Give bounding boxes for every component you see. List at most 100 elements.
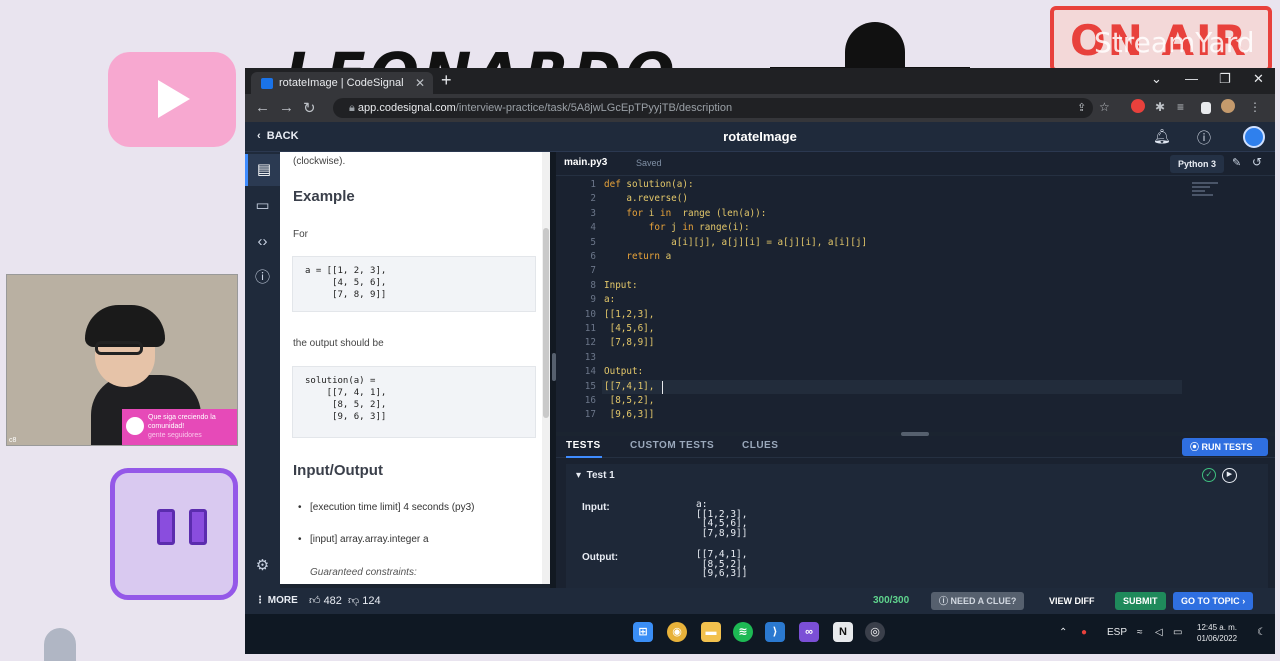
- url-field[interactable]: 🔒︎ app.codesignal.com/interview-practice…: [333, 98, 1093, 118]
- line-number: 12: [584, 337, 596, 349]
- code-line[interactable]: Output:: [604, 365, 643, 379]
- windows-start-icon[interactable]: ⊞: [633, 622, 653, 642]
- microphone-tray-icon[interactable]: ●: [1081, 627, 1087, 638]
- bookmark-star-icon[interactable]: ☆: [1099, 100, 1110, 114]
- code-line[interactable]: for i in range (len(a)):: [604, 207, 766, 221]
- page-title: rotateImage: [723, 129, 797, 144]
- language-select[interactable]: Python 3: [1170, 155, 1225, 173]
- test-passed-check-icon: ✓: [1202, 468, 1216, 482]
- volume-icon[interactable]: ◁: [1155, 627, 1163, 638]
- code-line[interactable]: [7,8,9]]: [604, 336, 655, 350]
- solutions-tab-icon[interactable]: ‹›: [245, 226, 280, 258]
- close-window-button[interactable]: ✕: [1253, 71, 1264, 87]
- url-host: app.codesignal.com: [357, 102, 456, 114]
- code-line[interactable]: a.reverse(): [604, 192, 688, 206]
- code-line[interactable]: return a: [604, 250, 671, 264]
- profile-icon[interactable]: [1221, 99, 1235, 113]
- go-to-topic-button[interactable]: GO TO TOPIC ›: [1173, 592, 1254, 610]
- help-icon[interactable]: ⓘ: [1197, 128, 1211, 148]
- code-minimap[interactable]: [1192, 182, 1218, 208]
- reading-list-icon[interactable]: ≡: [1177, 100, 1184, 114]
- avatar[interactable]: [1243, 126, 1265, 148]
- example-heading: Example: [293, 188, 355, 205]
- code-line[interactable]: [8,5,2],: [604, 394, 655, 408]
- streamyard-watermark: StreamYard: [1094, 26, 1255, 59]
- file-explorer-icon[interactable]: ▬: [701, 622, 721, 642]
- line-number: 6: [590, 251, 596, 262]
- history-icon[interactable]: ↺: [1252, 155, 1262, 169]
- tab-clues[interactable]: CLUES: [742, 440, 778, 451]
- tab-custom-tests[interactable]: CUSTOM TESTS: [630, 440, 714, 451]
- edit-pencil-icon[interactable]: ✎: [1232, 156, 1241, 169]
- run-single-test-icon[interactable]: ▶: [1222, 468, 1237, 483]
- view-diff-button[interactable]: VIEW DIFF: [1041, 592, 1103, 610]
- vscode-icon[interactable]: ⟩: [765, 622, 785, 642]
- dislike-icon[interactable]: 👎︎: [348, 595, 359, 607]
- description-tab-icon[interactable]: ▤: [245, 154, 280, 186]
- file-tab[interactable]: main.py3: [564, 157, 607, 168]
- extension-icon[interactable]: [1131, 99, 1145, 113]
- share-icon[interactable]: ⇪: [1077, 101, 1086, 114]
- code-line[interactable]: [4,5,6],: [604, 322, 655, 336]
- reload-icon[interactable]: ↻: [303, 99, 316, 117]
- chrome-icon[interactable]: ◉: [667, 622, 687, 642]
- minimize-button[interactable]: —: [1185, 71, 1198, 86]
- close-tab-icon[interactable]: ✕: [415, 72, 425, 94]
- input-type-bullet: [input] array.array.integer a: [298, 534, 429, 545]
- menu-dots-icon[interactable]: ⋮: [1249, 100, 1261, 114]
- system-clock[interactable]: 12:45 a. m. 01/06/2022: [1197, 622, 1237, 644]
- line-number: 4: [590, 222, 596, 234]
- browser-tab[interactable]: rotateImage | CodeSignal ✕: [251, 72, 433, 94]
- tab-title: rotateImage | CodeSignal: [279, 77, 404, 89]
- current-line-highlight: [602, 379, 1182, 394]
- tests-panel: TESTS CUSTOM TESTS CLUES ⦿ RUN TESTS ▾ T…: [556, 436, 1275, 598]
- settings-gear-icon[interactable]: ⚙: [245, 550, 280, 582]
- sidepanel-icon[interactable]: [1201, 102, 1211, 114]
- obs-icon[interactable]: ◎: [865, 622, 885, 642]
- code-line[interactable]: [[7,4,1],: [604, 380, 654, 394]
- forward-arrow-icon[interactable]: →: [279, 99, 294, 116]
- code-line[interactable]: [9,6,3]]: [604, 408, 655, 422]
- on-air-sign: ON AIR StreamYard: [1050, 6, 1272, 72]
- maximize-button[interactable]: ❐: [1219, 71, 1231, 87]
- output-intro: the output should be: [293, 338, 384, 349]
- new-tab-button[interactable]: +: [441, 70, 452, 91]
- code-line[interactable]: a[i][j], a[j][i] = a[j][i], a[i][j]: [604, 236, 867, 250]
- saved-status: Saved: [636, 158, 662, 168]
- notification-bell-icon[interactable]: 🔔︎: [1153, 128, 1171, 145]
- notion-icon[interactable]: N: [833, 622, 853, 642]
- score-display: 300/300: [873, 595, 910, 606]
- test-title[interactable]: ▾ Test 1: [576, 470, 615, 481]
- battery-icon[interactable]: ▭: [1173, 627, 1182, 638]
- like-count[interactable]: 👍︎ 482 👎︎ 124: [309, 594, 381, 607]
- tab-search-icon[interactable]: ⌄: [1151, 71, 1162, 87]
- language-indicator[interactable]: ESP: [1107, 627, 1127, 638]
- text-caret: [662, 380, 663, 394]
- need-clue-button[interactable]: ⓘ NEED A CLUE?: [931, 592, 1025, 610]
- puzzle-icon[interactable]: ✱: [1155, 100, 1165, 114]
- night-mode-icon[interactable]: ☾: [1257, 627, 1266, 638]
- code-line[interactable]: for j in range(i):: [604, 221, 750, 235]
- discussion-tab-icon[interactable]: ▭: [245, 190, 280, 222]
- code-line[interactable]: Input:: [604, 279, 638, 293]
- info-tab-icon[interactable]: ⓘ: [245, 262, 280, 294]
- more-button[interactable]: ⋮ MORE: [255, 595, 298, 606]
- submit-button[interactable]: SUBMIT: [1115, 592, 1166, 610]
- tab-tests[interactable]: TESTS: [566, 440, 601, 451]
- example-output-code: solution(a) = [[7, 4, 1], [8, 5, 2], [9,…: [292, 366, 536, 438]
- code-line[interactable]: a:: [604, 293, 615, 307]
- webcam-tag: c8: [9, 437, 17, 444]
- youtube-logo: [108, 52, 236, 147]
- description-scrollbar[interactable]: [542, 152, 550, 584]
- spotify-icon[interactable]: ≋: [733, 622, 753, 642]
- code-line[interactable]: def solution(a):: [604, 178, 694, 192]
- wifi-icon[interactable]: ≈: [1137, 627, 1143, 638]
- code-editor[interactable]: main.py3 Saved Python 3 ✎ ↺ 1 def solutio…: [556, 152, 1275, 432]
- code-line[interactable]: [[1,2,3],: [604, 308, 654, 322]
- scrollbar-thumb[interactable]: [543, 228, 549, 418]
- windows-taskbar: ⊞ ◉ ▬ ≋ ⟩ ∞ N ◎ ⌃ ● ESP ≈ ◁ ▭ 12:45 a. m…: [245, 614, 1275, 654]
- visual-studio-icon[interactable]: ∞: [799, 622, 819, 642]
- back-arrow-icon[interactable]: ←: [255, 99, 270, 116]
- run-tests-button[interactable]: ⦿ RUN TESTS: [1182, 438, 1268, 456]
- tray-chevron-icon[interactable]: ⌃: [1059, 627, 1067, 638]
